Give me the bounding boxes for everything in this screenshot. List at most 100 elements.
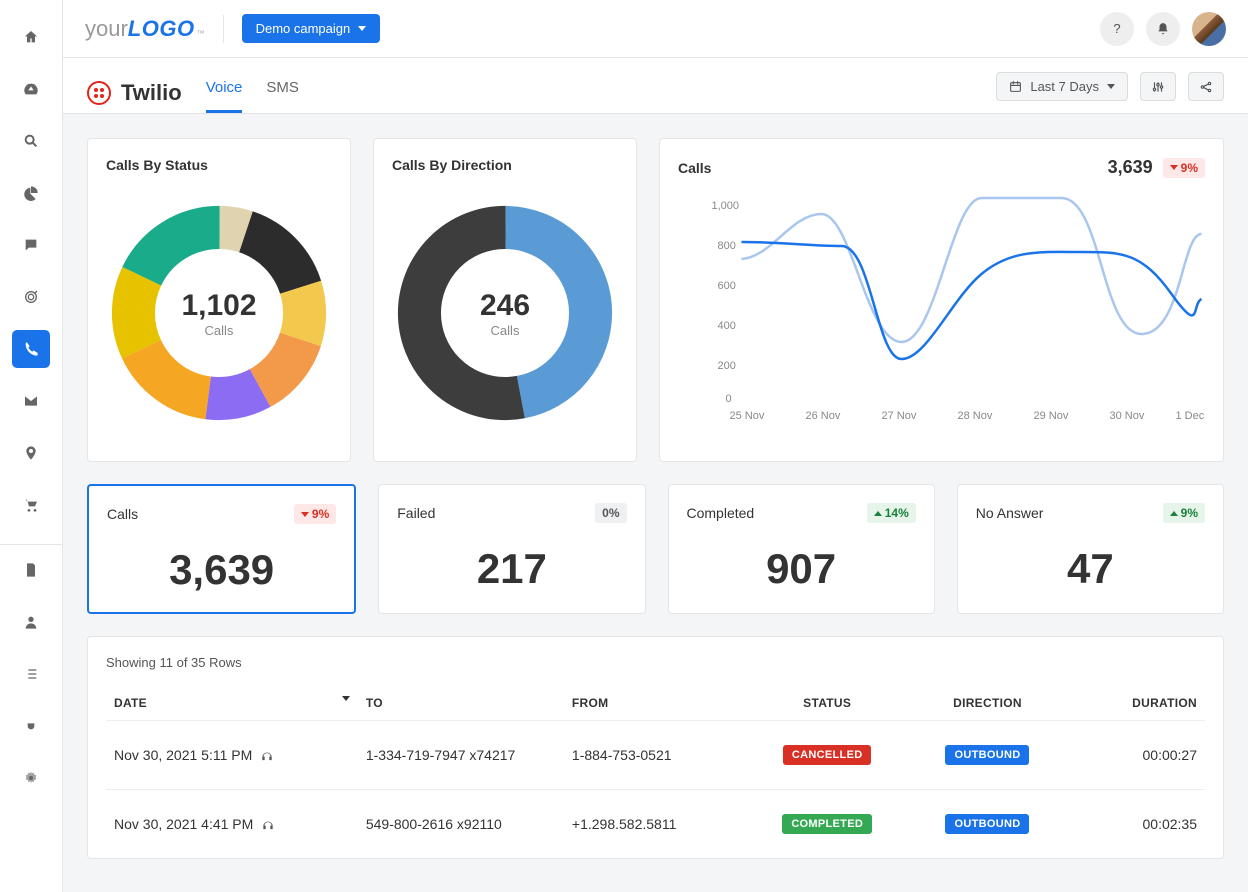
- stat-value: 47: [976, 545, 1205, 593]
- svg-text:800: 800: [718, 240, 736, 252]
- logo[interactable]: yourLOGO™: [85, 16, 205, 42]
- help-button[interactable]: ?: [1100, 12, 1134, 46]
- sidebar-cart[interactable]: [12, 486, 50, 524]
- donut-status-value: 1,102: [181, 289, 256, 323]
- twilio-icon: [87, 81, 111, 105]
- chevron-down-icon: [1107, 84, 1115, 89]
- col-from[interactable]: FROM: [564, 686, 747, 721]
- campaign-label: Demo campaign: [256, 21, 351, 36]
- stat-value: 907: [687, 545, 916, 593]
- card-calls-line: Calls 3,639 9% 1,000 800 600 400 200: [659, 138, 1224, 462]
- stat-label: Calls: [107, 506, 138, 522]
- notifications-button[interactable]: [1146, 12, 1180, 46]
- sidebar: [0, 0, 63, 892]
- user-icon: [23, 614, 39, 630]
- status-pill: CANCELLED: [783, 745, 872, 765]
- sidebar-pie[interactable]: [12, 174, 50, 212]
- cell-duration: 00:00:27: [1068, 721, 1205, 790]
- plug-icon: [23, 718, 39, 734]
- direction-pill: OUTBOUND: [945, 745, 1029, 765]
- card-calls-by-direction: Calls By Direction 246 Calls: [373, 138, 637, 462]
- list-icon: [23, 666, 39, 682]
- tab-voice[interactable]: Voice: [206, 79, 243, 113]
- sidebar-report[interactable]: [12, 551, 50, 589]
- caret-down-icon: [301, 512, 309, 517]
- line-chart-calls: 1,000 800 600 400 200 0 25 Nov: [678, 184, 1205, 424]
- sidebar-list[interactable]: [12, 655, 50, 693]
- share-button[interactable]: [1188, 72, 1224, 101]
- cell-direction: OUTBOUND: [907, 790, 1067, 859]
- stat-card-failed[interactable]: Failed0%217: [378, 484, 645, 614]
- svg-text:1 Dec: 1 Dec: [1176, 410, 1205, 422]
- search-icon: [23, 133, 39, 149]
- sort-caret-icon: [342, 696, 350, 701]
- stat-card-calls[interactable]: Calls 9% 3,639: [87, 484, 356, 614]
- user-avatar[interactable]: [1192, 12, 1226, 46]
- cell-to: 1-334-719-7947 x74217: [358, 721, 564, 790]
- calls-total-value: 3,639: [1108, 157, 1153, 178]
- calendar-icon: [1009, 80, 1022, 93]
- svg-text:600: 600: [718, 280, 736, 292]
- page-header: Twilio Voice SMS Last 7 Days: [63, 58, 1248, 114]
- cell-from: +1.298.582.5811: [564, 790, 747, 859]
- phone-icon: [23, 341, 39, 357]
- stat-label: Failed: [397, 505, 435, 521]
- stat-value: 3,639: [107, 546, 336, 594]
- sidebar-location[interactable]: [12, 434, 50, 472]
- filter-button[interactable]: [1140, 72, 1176, 101]
- stat-card-no-answer[interactable]: No Answer9%47: [957, 484, 1224, 614]
- target-icon: [23, 289, 39, 305]
- page-title: Twilio: [121, 80, 182, 106]
- svg-text:400: 400: [718, 320, 736, 332]
- tab-sms[interactable]: SMS: [266, 79, 299, 113]
- caret-up-icon: [874, 511, 882, 516]
- table-meta: Showing 11 of 35 Rows: [106, 655, 1205, 670]
- headphones-icon: [260, 749, 274, 763]
- caret-down-icon: [1170, 165, 1178, 170]
- vertical-divider: [223, 15, 224, 43]
- location-icon: [23, 445, 39, 461]
- topbar: yourLOGO™ Demo campaign ?: [63, 0, 1248, 58]
- card-title: Calls By Status: [106, 157, 332, 173]
- col-to[interactable]: TO: [358, 686, 564, 721]
- cell-status: COMPLETED: [747, 790, 907, 859]
- table-row[interactable]: Nov 30, 2021 5:11 PM 1-334-719-7947 x742…: [106, 721, 1205, 790]
- sidebar-plug[interactable]: [12, 707, 50, 745]
- pie-chart-icon: [23, 185, 39, 201]
- col-duration[interactable]: DURATION: [1068, 686, 1205, 721]
- cell-status: CANCELLED: [747, 721, 907, 790]
- chat-icon: [23, 237, 39, 253]
- logo-bold: LOGO: [128, 16, 195, 42]
- sliders-icon: [1151, 80, 1165, 94]
- sidebar-home[interactable]: [12, 18, 50, 56]
- sidebar-mail[interactable]: [12, 382, 50, 420]
- direction-pill: OUTBOUND: [945, 814, 1029, 834]
- stat-delta-badge: 14%: [867, 503, 916, 523]
- col-direction[interactable]: DIRECTION: [907, 686, 1067, 721]
- cell-to: 549-800-2616 x92110: [358, 790, 564, 859]
- sidebar-dashboard[interactable]: [12, 70, 50, 108]
- table-row[interactable]: Nov 30, 2021 4:41 PM 549-800-2616 x92110…: [106, 790, 1205, 859]
- logo-prefix: your: [85, 16, 128, 42]
- share-icon: [1199, 80, 1213, 94]
- card-title: Calls By Direction: [392, 157, 618, 173]
- cell-direction: OUTBOUND: [907, 721, 1067, 790]
- stat-delta-badge: 9%: [294, 504, 336, 524]
- cell-from: 1-884-753-0521: [564, 721, 747, 790]
- col-status[interactable]: STATUS: [747, 686, 907, 721]
- campaign-selector[interactable]: Demo campaign: [242, 14, 381, 43]
- sidebar-search[interactable]: [12, 122, 50, 160]
- stat-label: Completed: [687, 505, 755, 521]
- card-calls-by-status: Calls By Status: [87, 138, 351, 462]
- sidebar-target[interactable]: [12, 278, 50, 316]
- date-range-selector[interactable]: Last 7 Days: [996, 72, 1128, 101]
- sidebar-user[interactable]: [12, 603, 50, 641]
- col-date[interactable]: DATE: [106, 686, 358, 721]
- cell-duration: 00:02:35: [1068, 790, 1205, 859]
- svg-text:200: 200: [718, 360, 736, 372]
- sidebar-phone[interactable]: [12, 330, 50, 368]
- sidebar-settings[interactable]: [12, 759, 50, 797]
- stat-card-completed[interactable]: Completed 14% 907: [668, 484, 935, 614]
- sidebar-chat[interactable]: [12, 226, 50, 264]
- file-chart-icon: [23, 562, 39, 578]
